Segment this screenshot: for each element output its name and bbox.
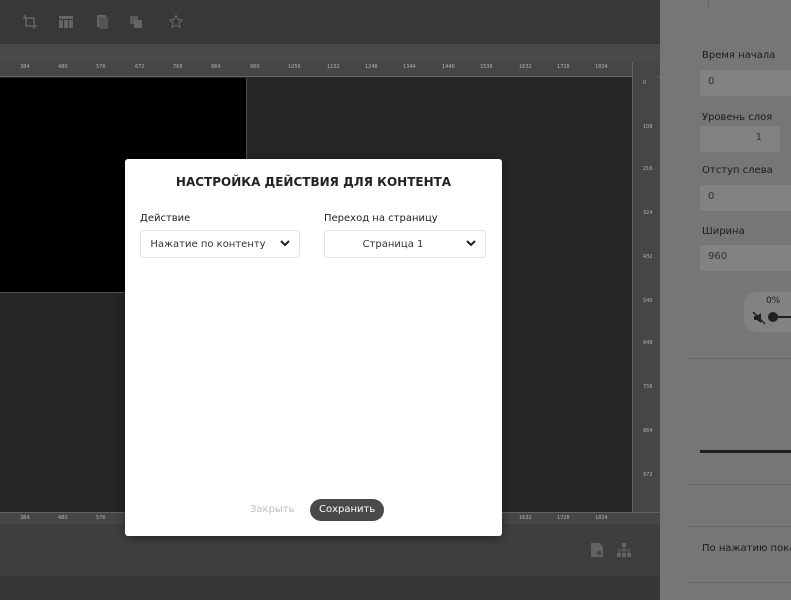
close-button[interactable]: Закрыть [250,504,295,515]
action-label: Действие [140,213,191,224]
goto-page-select-value: Страница 1 [362,239,424,250]
content-action-dialog: НАСТРОЙКА ДЕЙСТВИЯ ДЛЯ КОНТЕНТА Действие… [125,159,502,536]
save-button[interactable]: Сохранить [310,499,385,521]
goto-page-label: Переход на страницу [324,213,438,224]
goto-page-select[interactable]: Страница 1 [324,230,486,258]
action-select[interactable]: Нажатие по контенту [140,230,300,258]
dialog-title: НАСТРОЙКА ДЕЙСТВИЯ ДЛЯ КОНТЕНТА [175,175,452,189]
action-select-value: Нажатие по контенту [150,239,266,250]
chevron-down-icon [279,237,291,249]
chevron-down-icon [465,237,477,249]
